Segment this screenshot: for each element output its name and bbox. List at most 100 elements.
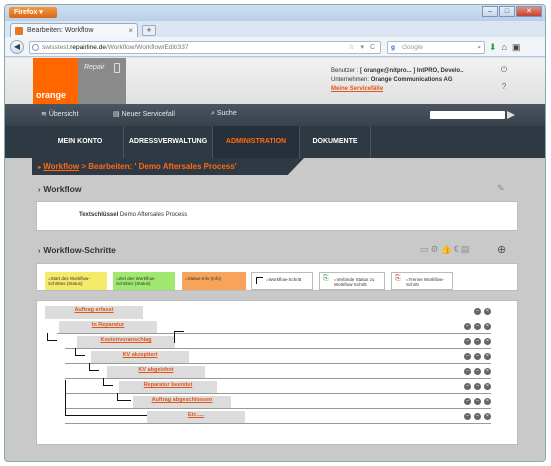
search-go-icon[interactable] <box>507 111 515 119</box>
new-case-link[interactable]: ▤ Neuer Servicefall <box>113 110 175 118</box>
delete-icon[interactable]: × <box>484 398 491 405</box>
back-button[interactable]: ◀ <box>10 40 24 54</box>
add-step-icon[interactable]: ⊕ <box>497 243 506 256</box>
thumbs-up-icon[interactable]: 👍 <box>441 244 454 254</box>
step-link[interactable]: Kostenvoranschlag <box>100 337 151 343</box>
remove-icon[interactable]: – <box>474 308 481 315</box>
firefox-menu-button[interactable]: Firefox ▾ <box>9 7 57 18</box>
my-service-cases-link[interactable]: Meine Servicefälle <box>331 86 383 92</box>
menu-icon[interactable]: ▣ <box>512 41 521 53</box>
step-controls: – – × <box>464 398 491 405</box>
delete-icon[interactable]: × <box>484 323 491 330</box>
step-controls: – – × <box>464 338 491 345</box>
step-arrow-icon <box>256 277 263 284</box>
new-tab-button[interactable]: + <box>142 25 156 36</box>
steps-section-title[interactable]: › Workflow-Schritte <box>38 245 116 255</box>
remove-icon[interactable]: – <box>464 338 471 345</box>
toolbar-icons: ⬇ ⌂ ▣ <box>489 41 521 53</box>
remove-icon[interactable]: – <box>464 413 471 420</box>
step-arrow-icon <box>174 331 184 343</box>
workflow-step-row: Auftrag erfasst – × <box>37 305 517 320</box>
remove-icon[interactable]: – <box>464 368 471 375</box>
nav-documents[interactable]: DOKUMENTE <box>300 126 370 158</box>
step-link[interactable]: Auftrag abgeschlossen <box>152 397 213 403</box>
step-controls: – – × <box>464 368 491 375</box>
step-controls: – – × <box>464 353 491 360</box>
repair-banner: Repair <box>78 58 126 104</box>
euro-icon[interactable]: € <box>454 244 461 254</box>
delete-icon[interactable]: – <box>474 338 481 345</box>
remove-icon[interactable]: – <box>464 353 471 360</box>
breadcrumb-arrow-icon: ▸ <box>38 165 42 171</box>
close-window-button[interactable]: ✕ <box>516 6 542 17</box>
favicon-icon <box>15 27 23 35</box>
breadcrumb-text: ▸ Workflow > Bearbeiten: ' Demo Aftersal… <box>38 162 237 171</box>
power-icon[interactable]: ⏻ <box>499 65 509 75</box>
nav-address-management[interactable]: ADRESSVERWALTUNG <box>124 126 212 158</box>
url-host: repairline.de <box>70 44 106 51</box>
search-bar[interactable]: g Google ⌕ <box>387 41 485 54</box>
workflow-key-row: Textschlüssel Demo Aftersales Process <box>79 212 187 218</box>
delete-icon[interactable]: – <box>474 413 481 420</box>
step-controls: – × <box>474 308 491 315</box>
expand-arrow-icon: › <box>38 187 41 194</box>
orange-logo[interactable]: orange <box>33 58 78 104</box>
delete-icon[interactable]: × <box>484 383 491 390</box>
delete-icon[interactable]: × <box>484 368 491 375</box>
breadcrumb-separator: > <box>79 162 89 171</box>
url-path: /Workflow/Workflow/Edit/337 <box>105 44 189 51</box>
workflow-step-row: KV akzeptiert – – × <box>37 348 517 365</box>
home-icon[interactable]: ⌂ <box>502 41 507 53</box>
download-icon[interactable]: ⬇ <box>489 41 497 53</box>
legend-connect-text: =Verbinde Status zu Workflow-Schritt <box>334 277 375 287</box>
step-link[interactable]: KV abgelehnt <box>138 367 173 373</box>
legend-panel: =Start des Workflow-Schrittes (Status) =… <box>36 263 518 291</box>
remove-icon[interactable]: – <box>464 398 471 405</box>
edit-icon[interactable]: ✎ <box>497 183 505 194</box>
delete-icon[interactable]: × <box>484 308 491 315</box>
logo-text: orange <box>36 90 67 100</box>
key-label: Textschlüssel <box>79 212 119 218</box>
remove-icon[interactable]: – <box>464 323 471 330</box>
delete-icon[interactable]: × <box>484 338 491 345</box>
legend-disconnect: ⎘ =Trenne Workflow-Schritt <box>391 272 453 290</box>
delete-icon[interactable]: – <box>474 323 481 330</box>
delete-icon[interactable]: – <box>474 353 481 360</box>
delete-icon[interactable]: × <box>484 353 491 360</box>
breadcrumb-workflow-link[interactable]: Workflow <box>43 162 79 171</box>
search-link[interactable]: ⌕ Suche <box>211 110 237 118</box>
site-header: orange Repair Benutzer : [ orange@nitpro… <box>5 58 545 104</box>
remove-icon[interactable]: – <box>464 383 471 390</box>
delete-icon[interactable]: – <box>474 368 481 375</box>
toolbar-search-input[interactable] <box>430 111 505 119</box>
step-link[interactable]: Auftrag erfasst <box>74 307 113 313</box>
delete-icon[interactable]: × <box>484 413 491 420</box>
step-link[interactable]: Etc..... <box>188 412 204 418</box>
nav-my-account[interactable]: MEIN KONTO <box>37 126 123 158</box>
legend-step: =Workflow-Schritt <box>251 272 313 290</box>
minimize-button[interactable]: – <box>482 6 498 17</box>
step-arrow-icon <box>47 333 57 341</box>
step-link[interactable]: In Reparatur <box>92 322 124 328</box>
workflow-section-title[interactable]: › Workflow <box>38 184 81 194</box>
step-link[interactable]: KV akzeptiert <box>123 352 158 358</box>
breadcrumb-current: Bearbeiten: ' Demo Aftersales Process' <box>88 162 237 171</box>
delete-icon[interactable]: – <box>474 398 481 405</box>
document-icon[interactable]: ▤ <box>461 244 472 254</box>
search-icon[interactable]: ⌕ <box>477 42 481 53</box>
settings-icon[interactable]: ⚙ <box>431 244 441 254</box>
tab-workflow[interactable]: Bearbeiten: Workflow × <box>10 23 138 37</box>
globe-icon <box>32 44 39 51</box>
close-tab-icon[interactable]: × <box>128 24 133 37</box>
maximize-button[interactable]: □ <box>499 6 515 17</box>
overview-label: Übersicht <box>48 111 79 118</box>
help-icon[interactable]: ? <box>499 82 509 92</box>
bookmark-star-icon[interactable]: ☆ ▾ C <box>348 42 377 53</box>
legend-disconnect-text: =Trenne Workflow-Schritt <box>406 277 444 287</box>
step-link[interactable]: Reparatur beendet <box>144 382 193 388</box>
nav-administration[interactable]: ADMINISTRATION <box>213 126 299 158</box>
connect-icon[interactable]: ▭ <box>420 244 431 254</box>
url-bar[interactable]: swisstest.repairline.de/Workflow/Workflo… <box>29 41 381 54</box>
delete-icon[interactable]: – <box>474 383 481 390</box>
overview-link[interactable]: ≋ Übersicht <box>41 110 78 118</box>
